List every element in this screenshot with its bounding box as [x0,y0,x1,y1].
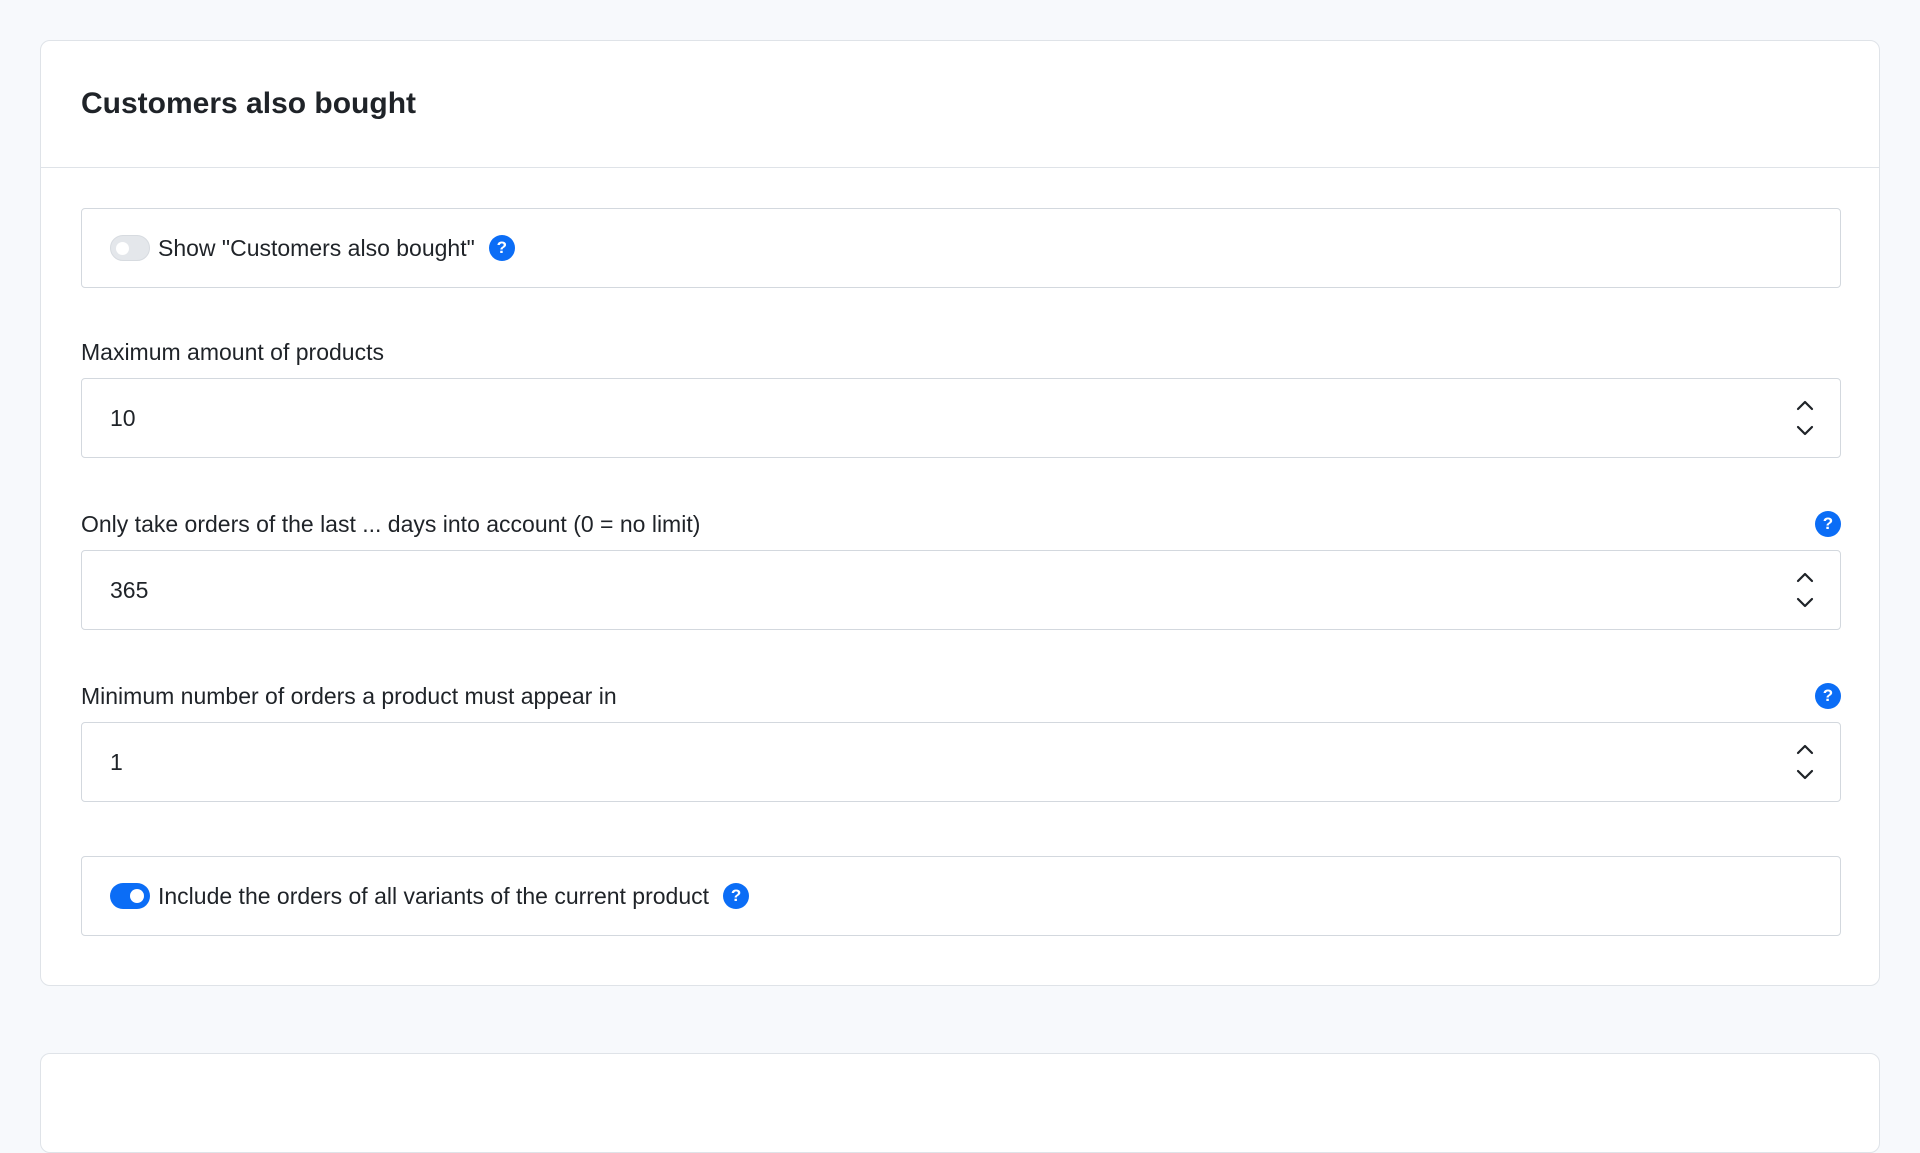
show-customers-also-bought-row: Show "Customers also bought" ? [81,208,1841,288]
help-icon[interactable]: ? [1815,511,1841,537]
days-limit-input[interactable]: 365 [81,550,1841,630]
chevron-down-icon[interactable] [1796,769,1814,780]
min-orders-value[interactable]: 1 [110,749,123,776]
card-title: Customers also bought [81,87,417,120]
number-stepper [1796,400,1814,436]
chevron-up-icon[interactable] [1796,400,1814,411]
show-customers-also-bought-switch[interactable] [110,235,150,261]
switch-knob [116,242,129,255]
chevron-down-icon[interactable] [1796,597,1814,608]
help-icon[interactable]: ? [488,235,515,261]
chevron-down-icon[interactable] [1796,425,1814,436]
customers-also-bought-card: Customers also bought Show "Customers al… [40,40,1880,986]
include-variants-label[interactable]: Include the orders of all variants of th… [158,883,709,910]
show-customers-also-bought-label[interactable]: Show "Customers also bought" [158,235,475,262]
max-products-input[interactable]: 10 [81,378,1841,458]
number-stepper [1796,744,1814,780]
switch-knob [130,889,144,903]
days-limit-value[interactable]: 365 [110,577,148,604]
min-orders-label: Minimum number of orders a product must … [81,682,617,709]
next-card [40,1053,1880,1153]
number-stepper [1796,572,1814,608]
card-body: Show "Customers also bought" ? Maximum a… [41,168,1879,936]
field-label-row: Only take orders of the last ... days in… [81,510,1841,538]
max-products-field: Maximum amount of products 10 [81,338,1841,458]
field-label-row: Minimum number of orders a product must … [81,682,1841,710]
min-orders-field: Minimum number of orders a product must … [81,682,1841,802]
field-label-row: Maximum amount of products [81,338,1841,366]
include-variants-switch[interactable] [110,883,150,909]
days-limit-field: Only take orders of the last ... days in… [81,510,1841,630]
max-products-label: Maximum amount of products [81,338,384,365]
chevron-up-icon[interactable] [1796,744,1814,755]
max-products-value[interactable]: 10 [110,405,136,432]
help-icon[interactable]: ? [1815,683,1841,709]
days-limit-label: Only take orders of the last ... days in… [81,510,701,537]
include-variants-row: Include the orders of all variants of th… [81,856,1841,936]
min-orders-input[interactable]: 1 [81,722,1841,802]
chevron-up-icon[interactable] [1796,572,1814,583]
card-header: Customers also bought [41,41,1879,168]
help-icon[interactable]: ? [723,883,750,909]
